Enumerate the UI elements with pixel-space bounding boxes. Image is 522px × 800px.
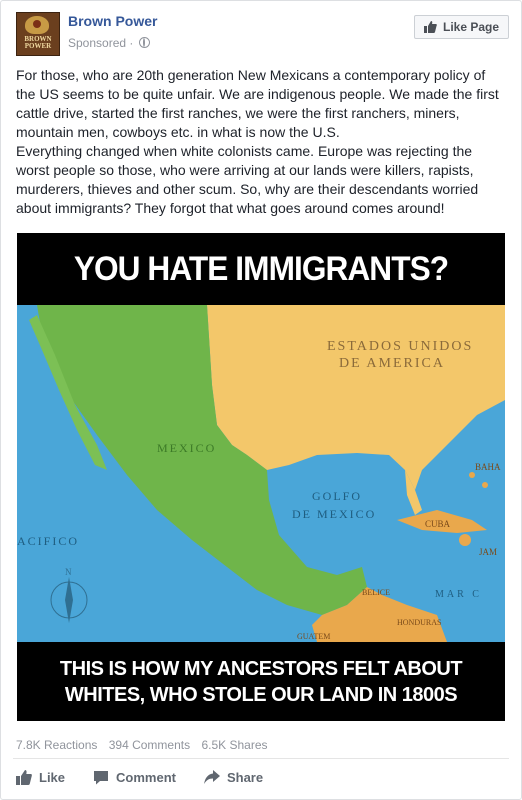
- image-bottom-caption: THIS IS HOW MY ANCESTORS FELT ABOUT WHIT…: [17, 642, 505, 721]
- post-paragraph-2: Everything changed when white colonists …: [16, 143, 479, 216]
- reactions-count[interactable]: 7.8K Reactions: [16, 738, 97, 752]
- like-page-label: Like Page: [442, 20, 500, 34]
- avatar-logo-text: BROWN POWER: [24, 35, 52, 50]
- bottom-caption-line-1: THIS IS HOW MY ANCESTORS FELT ABOUT: [59, 657, 463, 680]
- map-label-usa-2: DE AMERICA: [339, 356, 445, 371]
- comments-count[interactable]: 394 Comments: [109, 738, 190, 752]
- sponsored-text: Sponsored ·: [68, 36, 134, 50]
- globe-icon: [138, 37, 150, 48]
- map-label-usa-1: ESTADOS UNIDOS: [327, 339, 473, 354]
- map-label-pacific: ACIFICO: [17, 534, 79, 548]
- map-label-honduras: HONDURAS: [397, 618, 441, 627]
- comment-label: Comment: [116, 769, 176, 785]
- sponsored-post: BROWN POWER Brown Power Sponsored · Like…: [0, 0, 522, 800]
- like-page-button[interactable]: Like Page: [414, 15, 509, 39]
- post-paragraph-1: For those, who are 20th generation New M…: [16, 67, 499, 140]
- share-label: Share: [226, 769, 264, 785]
- sponsored-label: Sponsored ·: [68, 36, 150, 50]
- map-label-gulf-2: DE MEXICO: [292, 507, 376, 521]
- thumbs-up-icon: [16, 769, 32, 785]
- comment-icon: [94, 770, 109, 784]
- bahamas-island: [469, 472, 475, 478]
- image-top-caption: YOU HATE IMMIGRANTS?: [34, 233, 488, 305]
- post-actions: Like Comment Share: [16, 767, 291, 787]
- page-avatar[interactable]: BROWN POWER: [16, 12, 60, 56]
- thumbs-up-icon: [423, 21, 437, 33]
- comment-button[interactable]: Comment: [93, 767, 176, 787]
- bahamas-island-2: [482, 482, 488, 488]
- map-label-bahamas: BAHA: [475, 462, 501, 472]
- jamaica-island: [459, 534, 471, 546]
- like-button[interactable]: Like: [16, 767, 65, 787]
- map-label-guatemala: GUATEM: [297, 632, 330, 641]
- share-button[interactable]: Share: [203, 767, 264, 787]
- map-label-cuba: CUBA: [425, 519, 451, 529]
- bottom-caption-line-2: WHITES, WHO STOLE OUR LAND IN 1800S: [64, 683, 458, 706]
- post-text: For those, who are 20th generation New M…: [16, 66, 508, 218]
- compass-n-label: N: [65, 567, 72, 577]
- shares-count[interactable]: 6.5K Shares: [201, 738, 267, 752]
- map-label-jamaica: JAM: [479, 547, 497, 557]
- map-label-caribbean: MAR C: [435, 589, 482, 600]
- map-illustration: ESTADOS UNIDOS DE AMERICA MEXICO GOLFO D…: [17, 305, 505, 642]
- share-icon: [203, 769, 220, 784]
- page-name-link[interactable]: Brown Power: [68, 13, 157, 29]
- post-image[interactable]: YOU HATE IMMIGRANTS? ESTADOS UNIDOS DE A…: [17, 233, 505, 721]
- map-label-belize: BELICE: [362, 588, 390, 597]
- crest-icon: [25, 16, 49, 34]
- like-label: Like: [39, 769, 66, 785]
- map-label-mexico: MEXICO: [157, 441, 216, 455]
- engagement-stats: 7.8K Reactions 394 Comments 6.5K Shares: [16, 738, 276, 752]
- post-header: BROWN POWER Brown Power Sponsored · Like…: [16, 11, 509, 59]
- map-label-gulf-1: GOLFO: [312, 489, 362, 503]
- actions-divider: [13, 758, 509, 759]
